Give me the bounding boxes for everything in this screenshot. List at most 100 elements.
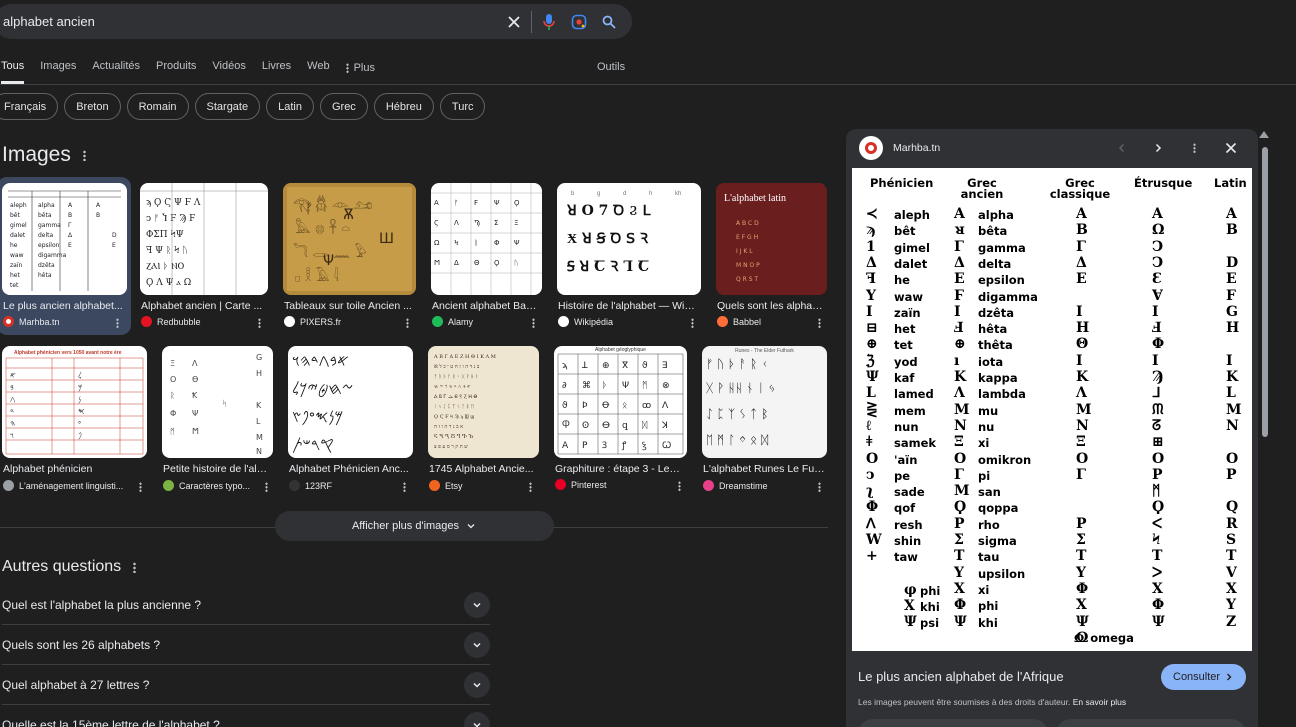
image-source[interactable]: L'aménagement linguisti... bbox=[3, 480, 123, 491]
image-title[interactable]: Tableaux sur toile Ancien ... bbox=[284, 300, 414, 312]
more-options-icon[interactable] bbox=[265, 482, 268, 492]
image-title[interactable]: Quels sont les alphab... bbox=[717, 300, 825, 312]
chip-turc[interactable]: Turc bbox=[439, 93, 486, 120]
image-source[interactable]: Dreamstime bbox=[703, 480, 768, 491]
chip-romain[interactable]: Romain bbox=[126, 93, 189, 120]
image-title[interactable]: Alphabet phénicien bbox=[3, 463, 143, 475]
image-source[interactable]: Marhba.tn bbox=[3, 316, 60, 327]
search-icon[interactable] bbox=[594, 7, 624, 37]
image-source[interactable]: Wikipédia bbox=[558, 316, 613, 327]
more-options-icon[interactable] bbox=[818, 318, 821, 328]
more-options-icon[interactable] bbox=[406, 318, 409, 328]
question-row[interactable]: Quels sont les 26 alphabets ? bbox=[2, 625, 490, 665]
image-source[interactable]: Babbel bbox=[717, 316, 761, 327]
more-options-icon[interactable] bbox=[139, 482, 142, 492]
image-thumbnail[interactable]: Alphabet géoglyphique ϡ ꓕ ⊕ ⴳ ϑ ꓱ ∂ ⌘ ᚦ Ψ ᛗ ⊗ ϑ Ϸ Ꝋ ᛟ ꝏ ꓥ… bbox=[554, 346, 687, 458]
image-title[interactable]: Alphabet Phénicien Anc... bbox=[289, 463, 411, 475]
tab-web[interactable]: Web bbox=[307, 60, 329, 84]
tab-news[interactable]: Actualités bbox=[92, 60, 140, 84]
image-title[interactable]: Ancient alphabet Ban... bbox=[432, 300, 540, 312]
image-source[interactable]: PIXERS.fr bbox=[284, 316, 341, 327]
more-options-icon[interactable] bbox=[403, 482, 406, 492]
image-source[interactable]: Etsy bbox=[429, 480, 463, 491]
image-title[interactable]: L'alphabet Runes Le Fut... bbox=[703, 463, 825, 475]
question-row[interactable]: Quelle est la 15ème lettre de l'alphabet… bbox=[2, 705, 490, 727]
svg-text:I J K L: I J K L bbox=[736, 248, 753, 255]
image-source[interactable]: Alamy bbox=[432, 316, 473, 327]
tab-videos[interactable]: Vidéos bbox=[212, 60, 245, 84]
clear-icon[interactable] bbox=[499, 7, 529, 37]
greek-classic-glyph: Σ bbox=[1076, 532, 1086, 548]
more-options-icon[interactable] bbox=[691, 318, 694, 328]
panel-image-title[interactable]: Le plus ancien alphabet de l'Afrique bbox=[858, 669, 1064, 684]
image-title[interactable]: Petite histoire de l'alp... bbox=[163, 463, 271, 475]
preview-image[interactable]: Phénicien Grec ancien Grec classique Étr… bbox=[852, 168, 1252, 651]
chip-stargate[interactable]: Stargate bbox=[194, 93, 261, 120]
save-button[interactable] bbox=[1056, 719, 1246, 727]
image-preview-panel: Marhba.tn Phénicien Grec ancien Grec cla… bbox=[846, 129, 1258, 727]
image-source[interactable]: Redbubble bbox=[141, 316, 201, 327]
image-thumbnail[interactable]: ꓤ Ο 7 Ꝺ Ϩ ꓡ Ӿ ꓤ Ꞩ Ꝺ ꓢ Ꝛ Ꟊ ꓤ Ꞇ Ꝛ Ꞁ Ꞇ b g d h kh bbox=[557, 183, 701, 295]
image-title[interactable]: Le plus ancien alphabet... bbox=[3, 300, 123, 312]
tools-button[interactable]: Outils bbox=[597, 61, 625, 73]
image-source[interactable]: 123RF bbox=[289, 480, 332, 491]
image-title[interactable]: Histoire de l'alphabet — Wiki... bbox=[558, 300, 698, 312]
image-title[interactable]: Graphiture : étape 3 - Les ... bbox=[555, 463, 685, 475]
questions-menu-icon[interactable] bbox=[133, 561, 137, 573]
images-menu-icon[interactable] bbox=[82, 149, 86, 161]
previous-icon[interactable] bbox=[1112, 138, 1132, 158]
more-options-icon[interactable] bbox=[1184, 138, 1204, 158]
more-options-icon[interactable] bbox=[678, 481, 681, 491]
tab-more[interactable]: Plus bbox=[345, 60, 375, 84]
tab-products[interactable]: Produits bbox=[156, 60, 196, 84]
image-thumbnail[interactable]: Α Β Γ Δ Ε Ζ Η Θ Ι Κ Λ Μ ℵ ב ג ד ה ו ז ח ט… bbox=[428, 346, 539, 458]
microphone-icon[interactable] bbox=[534, 7, 564, 37]
more-options-icon[interactable] bbox=[116, 318, 119, 328]
expand-button[interactable] bbox=[464, 712, 490, 727]
more-options-icon[interactable] bbox=[532, 318, 535, 328]
expand-button[interactable] bbox=[464, 631, 490, 658]
image-thumbnail[interactable]: 𐤀𐤁𐤂𐤃𐤄𐤅 𐤆𐤇𐤈𐤉𐤊𐤋 𐤌𐤍𐤎𐤏𐤐𐤑 𐤒𐤓𐤔𐤕 bbox=[288, 346, 413, 458]
more-options-icon[interactable] bbox=[818, 482, 821, 492]
image-thumbnail[interactable]: ϡ Ϙ Ϛ Ψ Ϝ Λ ↄ ᚠ Ⴈ Ϝ Ϡ Ϝ ΦΣΠ ϞΨ ꟻ Ψ ᚱ Ϟ ᚢ ⲌⲀⲒ… bbox=[140, 183, 268, 295]
scrollbar-thumb[interactable] bbox=[1262, 147, 1268, 437]
share-button[interactable] bbox=[858, 719, 1048, 727]
image-thumbnail[interactable]: aleph bêt gimel dalet he waw zaïn het tet alpha b… bbox=[2, 183, 127, 295]
image-thumbnail[interactable]: A ᚠ Ϝ Ψ Ϙ Ϛ Λ Ϡ Σ Ξ Ω Ϟ ᚱ Φ Ψ Ϻ Δ Θ Ϙ ᚢ bbox=[431, 183, 542, 295]
learn-more-link[interactable]: En savoir plus bbox=[1073, 697, 1126, 707]
svg-text:⊕: ⊕ bbox=[602, 361, 610, 371]
search-input[interactable] bbox=[3, 6, 499, 37]
image-source[interactable]: Caractères typo... bbox=[163, 480, 250, 491]
image-source[interactable]: Pinterest bbox=[555, 479, 607, 490]
image-thumbnail[interactable]: Ξ Λ G Ο Ѳ H ᚱ Ꝁ ᛋ Φ Ψ K ᛗ Ϻ LMN bbox=[162, 346, 273, 458]
next-icon[interactable] bbox=[1148, 138, 1168, 158]
show-more-images-button[interactable]: Afficher plus d'images bbox=[275, 511, 554, 541]
more-options-icon[interactable] bbox=[258, 318, 261, 328]
tab-books[interactable]: Livres bbox=[262, 60, 291, 84]
question-row[interactable]: Quel est l'alphabet la plus ancienne ? bbox=[2, 585, 490, 625]
expand-button[interactable] bbox=[464, 591, 490, 618]
image-thumbnail[interactable]: 𓂀 𓆣 𓁹 𓃭𓅓 𓊖 𓋹 𓏏𓆓 𓂋 𓈖 𓅱𓊪 𓎛 𓄿 𓇋 ᚠѪШΨ bbox=[283, 183, 416, 295]
tab-all[interactable]: Tous bbox=[1, 60, 25, 84]
consult-button[interactable]: Consulter bbox=[1161, 664, 1247, 690]
image-thumbnail[interactable]: Runes - The Elder Futhark ᚠ ᚢ ᚦ ᚨ ᚱ ᚲᚷ ᚹ… bbox=[702, 346, 827, 458]
lens-icon[interactable] bbox=[564, 7, 594, 37]
chip-grec[interactable]: Grec bbox=[319, 93, 368, 120]
chip-hebreu[interactable]: Hébreu bbox=[373, 93, 434, 120]
question-row[interactable]: Quel alphabet à 27 lettres ? bbox=[2, 665, 490, 705]
scroll-up-arrow[interactable] bbox=[1259, 131, 1269, 138]
image-thumbnail[interactable]: L'alphabet latin A B C DE F G HI J K LM … bbox=[716, 183, 827, 295]
search-bar[interactable] bbox=[0, 4, 632, 39]
tab-images[interactable]: Images bbox=[40, 60, 76, 84]
chip-francais[interactable]: Français bbox=[0, 93, 59, 120]
panel-site-name[interactable]: Marhba.tn bbox=[893, 142, 940, 154]
more-options-icon[interactable] bbox=[529, 482, 532, 492]
chip-breton[interactable]: Breton bbox=[64, 93, 121, 120]
image-thumbnail[interactable]: Alphabet phénicien vers 1050 avant notre… bbox=[2, 346, 147, 458]
close-icon[interactable] bbox=[1221, 138, 1241, 158]
chip-latin[interactable]: Latin bbox=[266, 93, 314, 120]
svg-text:Ϙ Λ Ψ ⲁ Ω: Ϙ Λ Ψ ⲁ Ω bbox=[146, 278, 191, 288]
image-title[interactable]: Alphabet ancien | Carte ... bbox=[141, 300, 266, 312]
image-title[interactable]: 1745 Alphabet Ancie... bbox=[429, 463, 537, 475]
expand-button[interactable] bbox=[464, 671, 490, 698]
